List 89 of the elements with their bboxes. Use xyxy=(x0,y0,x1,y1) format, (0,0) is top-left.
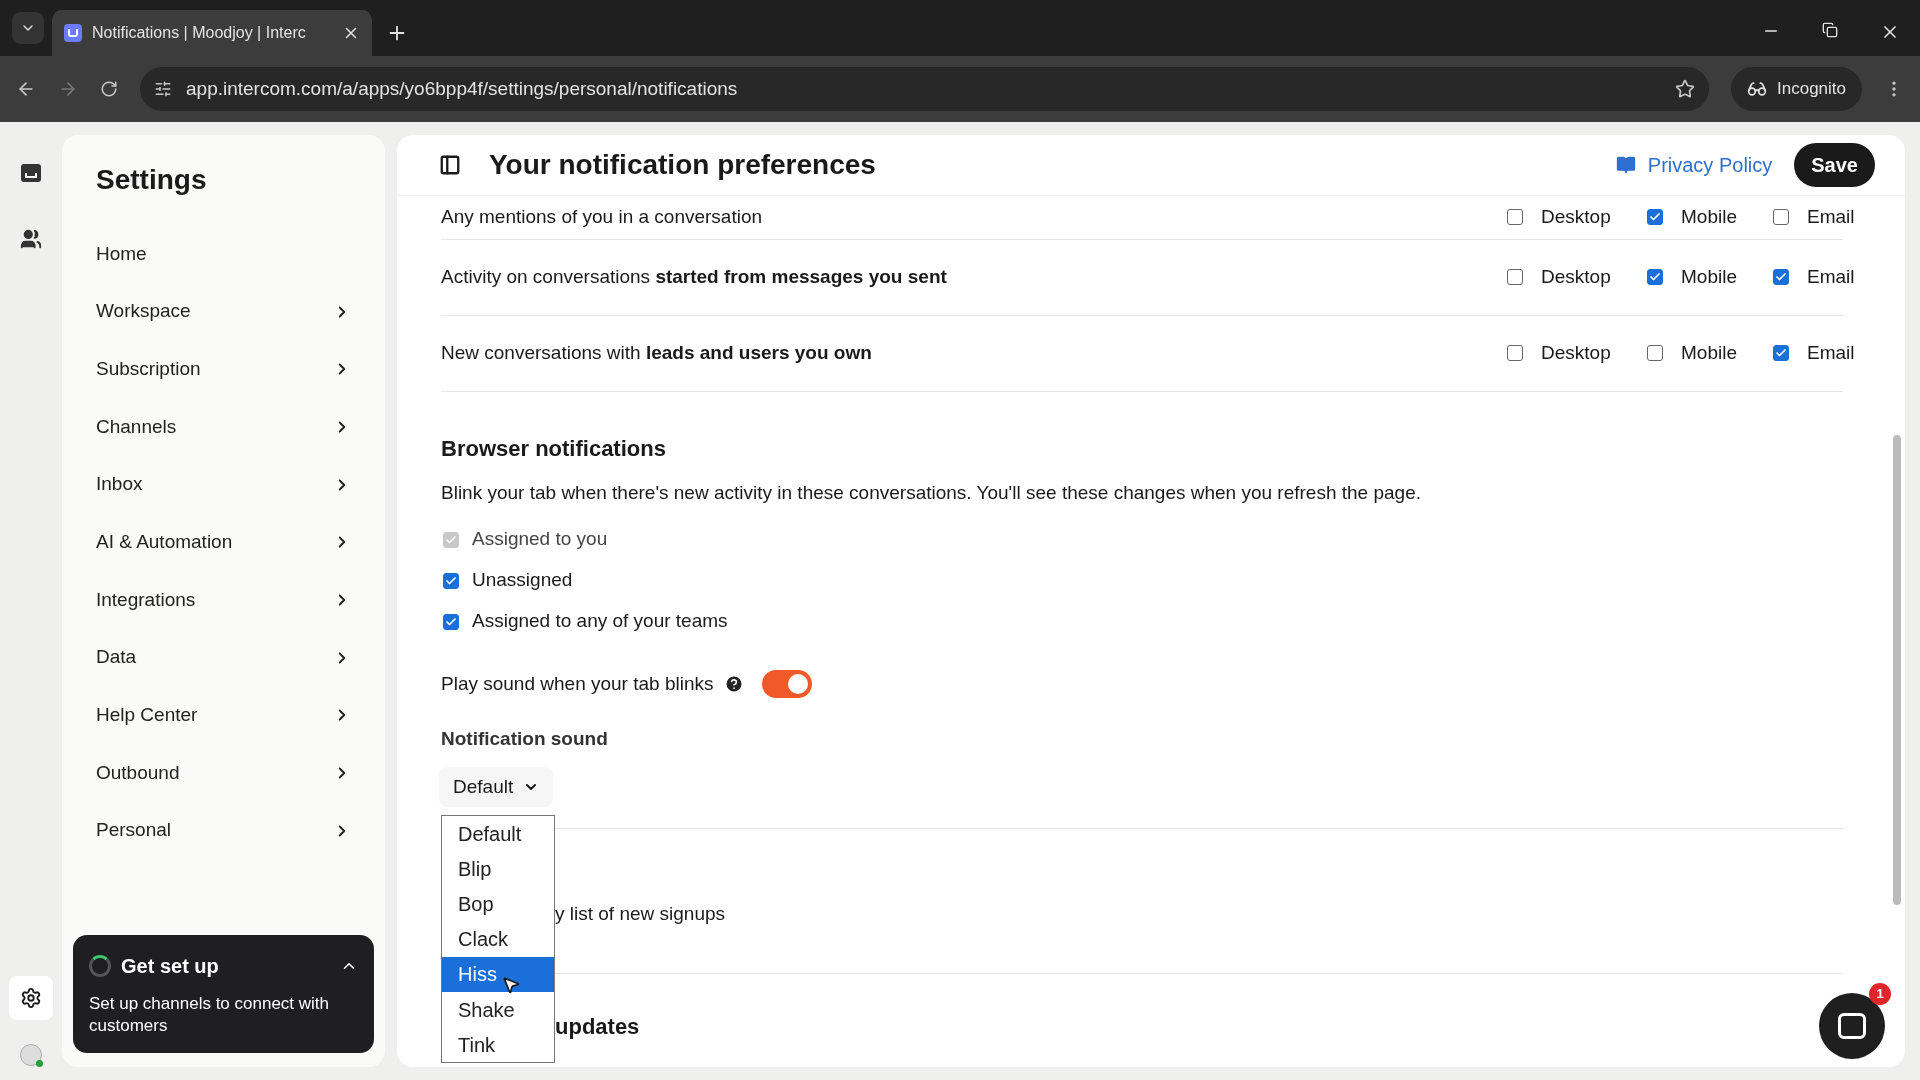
incognito-button[interactable]: Incognito xyxy=(1731,67,1862,111)
check-icon xyxy=(1649,211,1661,223)
checkbox-label: Unassigned xyxy=(472,568,573,593)
checkbox[interactable] xyxy=(1507,209,1523,225)
privacy-policy-link[interactable]: Privacy Policy xyxy=(1615,149,1773,180)
check-icon xyxy=(445,574,457,587)
dropdown-option[interactable]: Tink xyxy=(442,1027,554,1063)
url-text: app.intercom.com/a/apps/yo6bpp4f/settings/personal/notifications xyxy=(186,76,739,101)
checkbox-label: Mobile xyxy=(1681,204,1737,229)
sidebar-item[interactable]: Inbox xyxy=(96,455,351,514)
checkbox-label: Mobile xyxy=(1681,264,1737,289)
address-bar[interactable]: app.intercom.com/a/apps/yo6bpp4f/settings/personal/notifications xyxy=(140,67,1709,111)
contacts-icon[interactable] xyxy=(20,228,42,250)
sidebar-title: Settings xyxy=(96,163,208,197)
toggle-label: Play sound when your tab blinks xyxy=(441,672,714,696)
app-logo-icon xyxy=(64,24,82,42)
sidebar-item[interactable]: Workspace xyxy=(96,282,351,341)
checkbox-label: Email xyxy=(1807,340,1855,365)
checkbox-label: Email xyxy=(1807,264,1855,289)
bookmark-star-icon[interactable] xyxy=(1675,79,1695,99)
sound-toggle[interactable] xyxy=(761,670,812,699)
field-label: Notification sound xyxy=(441,726,609,751)
help-icon[interactable] xyxy=(723,674,744,695)
sidebar-item[interactable]: Home xyxy=(96,225,351,283)
sidebar-item[interactable]: Outbound xyxy=(96,744,351,802)
checkbox[interactable] xyxy=(1507,345,1523,361)
sidebar-item[interactable]: Channels xyxy=(96,398,351,456)
checkbox-label: Email xyxy=(1807,204,1855,229)
tab-title: Notifications | Moodjoy | Interc xyxy=(92,23,307,43)
checkbox[interactable] xyxy=(443,613,459,630)
dropdown-option[interactable]: Bop xyxy=(442,886,554,922)
notification-label: Activity on conversations started from messages you sent xyxy=(441,264,948,289)
section-title: updates xyxy=(555,1013,640,1041)
sidebar-toggle-icon[interactable] xyxy=(439,153,461,176)
checkbox[interactable] xyxy=(1773,269,1789,285)
inbox-icon[interactable] xyxy=(21,164,41,182)
sidebar-item[interactable]: Help Center xyxy=(96,686,351,745)
checkbox-label: Assigned to you xyxy=(472,527,608,552)
sidebar-item[interactable]: AI & Automation xyxy=(96,513,351,572)
setup-card[interactable]: Get set up Set up channels to connect with customers xyxy=(73,935,374,1053)
restore-icon[interactable] xyxy=(1822,22,1838,38)
notification-badge: 1 xyxy=(1869,983,1891,1005)
check-icon xyxy=(1649,271,1661,283)
dropdown-option[interactable]: Blip xyxy=(442,851,554,887)
checkbox-label: Desktop xyxy=(1541,204,1611,229)
notification-label: New conversations with leads and users you own xyxy=(441,340,873,365)
progress-ring-icon xyxy=(89,955,111,977)
setup-text: Set up channels to connect with customers xyxy=(89,993,331,1037)
checkbox-label: Desktop xyxy=(1541,340,1611,365)
sidebar-item[interactable]: Subscription xyxy=(96,340,351,399)
checkbox-label: Assigned to any of your teams xyxy=(472,609,728,634)
notification-label: Any mentions of you in a conversation xyxy=(441,204,764,229)
dropdown-option[interactable]: Shake xyxy=(442,991,554,1028)
check-icon xyxy=(445,615,457,628)
sidebar-item[interactable]: Data xyxy=(96,628,351,687)
sound-select[interactable]: Default xyxy=(439,767,554,807)
dropdown-option[interactable]: Clack xyxy=(442,921,554,957)
user-avatar[interactable] xyxy=(20,1044,42,1066)
checkbox[interactable] xyxy=(1773,345,1789,361)
dropdown-option[interactable]: Default xyxy=(442,816,554,852)
checkbox[interactable] xyxy=(1647,345,1663,361)
site-settings-icon[interactable] xyxy=(154,80,172,98)
glasses-icon xyxy=(1747,79,1767,99)
checkbox-label: Mobile xyxy=(1681,340,1737,365)
checkbox[interactable] xyxy=(1773,209,1789,225)
checkbox-label: Desktop xyxy=(1541,264,1611,289)
setting-label: y list of new signups xyxy=(555,902,726,926)
section-title: Browser notifications xyxy=(441,434,667,463)
save-button[interactable]: Save xyxy=(1794,142,1875,187)
book-icon xyxy=(1615,154,1636,175)
scrollbar-thumb[interactable] xyxy=(1893,435,1901,905)
setup-title: Get set up xyxy=(121,954,220,979)
check-icon xyxy=(1775,271,1787,283)
dropdown-option[interactable]: Hiss xyxy=(442,956,554,992)
section-description: Blink your tab when there's new activity in these conversations. You'll see these changes when you refresh the page. xyxy=(441,480,1422,505)
tab-search-button[interactable] xyxy=(12,12,44,44)
check-icon xyxy=(1775,347,1787,359)
browser-tab[interactable]: Notifications | Moodjoy | Interc xyxy=(52,10,372,56)
cursor-icon xyxy=(501,975,521,995)
checkbox[interactable] xyxy=(1647,209,1663,225)
checkbox[interactable] xyxy=(443,572,459,589)
checkbox[interactable] xyxy=(1507,269,1523,285)
checkbox[interactable] xyxy=(1647,269,1663,285)
settings-icon[interactable] xyxy=(9,976,53,1020)
page-title: Your notification preferences xyxy=(489,147,877,182)
reload-icon[interactable] xyxy=(100,80,118,98)
sidebar-item[interactable]: Personal xyxy=(96,801,351,860)
check-icon xyxy=(445,533,457,546)
sidebar-item[interactable]: Integrations xyxy=(96,571,351,629)
